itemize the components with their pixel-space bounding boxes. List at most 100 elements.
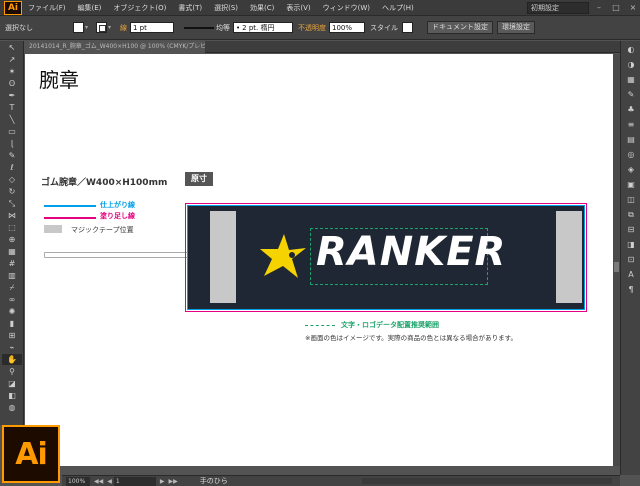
gradient-tool-icon[interactable]: ▥ (2, 270, 22, 281)
slice-tool-icon[interactable]: ⌁ (2, 342, 22, 353)
drawing-mode-icon[interactable]: ◍ (2, 402, 22, 413)
menu-edit[interactable]: 編集(E) (72, 3, 108, 13)
document-tab[interactable]: 20141014_R_腕章_ゴム_W400×H100 @ 100% (CMYK/… (25, 40, 205, 53)
direct-selection-tool-icon[interactable]: ↗ (2, 54, 22, 65)
column-graph-tool-icon[interactable]: ▮ (2, 318, 22, 329)
eyedropper-tool-icon[interactable]: ⌿ (2, 282, 22, 293)
logo-area-legend-text: 文字・ロゴデータ配置推奨範囲 (341, 321, 439, 329)
elastic-strap[interactable] (44, 252, 189, 258)
type-tool-icon[interactable]: T (2, 102, 22, 113)
star-logo-icon[interactable] (258, 232, 308, 282)
blend-tool-icon[interactable]: ∞ (2, 294, 22, 305)
menu-view[interactable]: 表示(V) (280, 3, 316, 13)
swatches-panel-icon[interactable]: ▦ (624, 74, 638, 86)
menu-help[interactable]: ヘルプ(H) (376, 3, 420, 13)
magic-wand-tool-icon[interactable]: ✶ (2, 66, 22, 77)
blob-brush-tool-icon[interactable]: ℓ (2, 162, 22, 173)
hand-tool-icon[interactable]: ✋ (2, 354, 22, 365)
paragraph-panel-icon[interactable]: ¶ (624, 284, 638, 296)
pen-tool-icon[interactable]: ✒ (2, 90, 22, 101)
color-panel-icon[interactable]: ◐ (624, 44, 638, 56)
stroke-profile-preview[interactable] (184, 26, 214, 29)
workspace-switcher[interactable]: 初期設定 (527, 2, 589, 14)
artboard-number-field[interactable]: 1 (113, 476, 156, 486)
finish-line-swatch (44, 205, 96, 207)
pencil-tool-icon[interactable]: ✎ (2, 150, 22, 161)
paintbrush-tool-icon[interactable]: ɭ (2, 138, 22, 149)
appearance-panel-icon[interactable]: ◈ (624, 164, 638, 176)
width-tool-icon[interactable]: ⋈ (2, 210, 22, 221)
artboards-panel-icon[interactable]: ⧉ (624, 209, 638, 221)
stroke-profile-label[interactable]: 均等 (216, 23, 230, 33)
menu-type[interactable]: 書式(T) (172, 3, 208, 13)
brushes-panel-icon[interactable]: ✎ (624, 89, 638, 101)
product-label: ゴム腕章／W400×H100mm (41, 178, 168, 188)
rotate-tool-icon[interactable]: ↻ (2, 186, 22, 197)
character-panel-icon[interactable]: A (624, 269, 638, 281)
status-bar: 100% ◀◀ ◀ 1 ▶ ▶▶ 手のひら (62, 475, 620, 486)
stroke-swatch[interactable] (96, 22, 107, 33)
minimize-button[interactable]: – (592, 2, 606, 14)
stroke-panel-icon[interactable]: ≡ (624, 119, 638, 131)
color-mode-icon[interactable]: ◧ (2, 390, 22, 401)
horizontal-scrollbar[interactable] (362, 478, 612, 484)
menu-select[interactable]: 選択(S) (208, 3, 244, 13)
opacity-label[interactable]: 不透明度 (298, 23, 326, 33)
pathfinder-panel-icon[interactable]: ◨ (624, 239, 638, 251)
eraser-tool-icon[interactable]: ◇ (2, 174, 22, 185)
velcro-patch-right[interactable] (556, 211, 582, 303)
menu-file[interactable]: ファイル(F) (22, 3, 72, 13)
free-transform-tool-icon[interactable]: ⬚ (2, 222, 22, 233)
menu-window[interactable]: ウィンドウ(W) (317, 3, 376, 13)
logo-wordmark[interactable]: RANKER (316, 229, 506, 275)
app-icon: Ai (4, 0, 22, 15)
graphic-styles-icon[interactable]: ▣ (624, 179, 638, 191)
lasso-tool-icon[interactable]: ʘ (2, 78, 22, 89)
chevron-down-icon[interactable]: ▾ (85, 22, 92, 33)
stroke-label[interactable]: 線 (120, 23, 127, 33)
color-guide-icon[interactable]: ◑ (624, 59, 638, 71)
mesh-tool-icon[interactable]: # (2, 258, 22, 269)
velcro-patch-left[interactable] (210, 211, 236, 303)
opacity-field[interactable]: 100% (329, 22, 365, 33)
transform-panel-icon[interactable]: ⊡ (624, 254, 638, 266)
document-setup-button[interactable]: ドキュメント設定 (427, 21, 493, 34)
line-tool-icon[interactable]: ╲ (2, 114, 22, 125)
symbol-sprayer-tool-icon[interactable]: ✺ (2, 306, 22, 317)
first-artboard-icon[interactable]: ◀◀ (94, 478, 103, 485)
artboard-canvas[interactable]: 腕章 ゴム腕章／W400×H100mm 原寸 仕上がり線 塗り足し線 マジックテ… (25, 54, 613, 466)
stroke-weight-field[interactable]: 1 pt (130, 22, 174, 33)
menu-effect[interactable]: 効果(C) (244, 3, 280, 13)
brush-definition-field[interactable]: • 2 pt. 楕円 (233, 22, 293, 33)
transparency-panel-icon[interactable]: ◎ (624, 149, 638, 161)
finish-line-legend: 仕上がり線 (100, 201, 135, 209)
zoom-tool-icon[interactable]: ⚲ (2, 366, 22, 377)
armband-design[interactable]: RANKER (187, 205, 585, 310)
last-artboard-icon[interactable]: ▶▶ (168, 478, 177, 485)
selection-tool-icon[interactable]: ↖ (2, 42, 22, 53)
symbols-panel-icon[interactable]: ♣ (624, 104, 638, 116)
gradient-panel-icon[interactable]: ▤ (624, 134, 638, 146)
shape-builder-tool-icon[interactable]: ⊕ (2, 234, 22, 245)
fill-stroke-icon[interactable]: ◪ (2, 378, 22, 389)
scale-tool-icon[interactable]: ⤡ (2, 198, 22, 209)
layers-panel-icon[interactable]: ◫ (624, 194, 638, 206)
fill-swatch[interactable] (73, 22, 84, 33)
zoom-level-field[interactable]: 100% (66, 476, 90, 486)
artboard-tool-icon[interactable]: ⊞ (2, 330, 22, 341)
menu-object[interactable]: オブジェクト(O) (107, 3, 172, 13)
prev-artboard-icon[interactable]: ◀ (107, 478, 112, 485)
perspective-grid-tool-icon[interactable]: ▦ (2, 246, 22, 257)
control-bar: 選択なし ▾ ▾ 線 1 pt 均等 • 2 pt. 楕円 不透明度 100% … (0, 16, 640, 40)
chevron-down-icon[interactable]: ▾ (108, 22, 115, 33)
align-panel-icon[interactable]: ⊟ (624, 224, 638, 236)
rectangle-tool-icon[interactable]: ▭ (2, 126, 22, 137)
maximize-button[interactable]: □ (609, 2, 623, 14)
selection-status: 選択なし (5, 23, 33, 32)
graphic-style-swatch[interactable] (402, 22, 413, 33)
scroll-thumb[interactable] (614, 262, 619, 272)
close-button[interactable]: × (626, 2, 640, 14)
vertical-scrollbar[interactable] (613, 54, 620, 466)
next-artboard-icon[interactable]: ▶ (160, 478, 165, 485)
preferences-button[interactable]: 環境設定 (497, 21, 535, 34)
